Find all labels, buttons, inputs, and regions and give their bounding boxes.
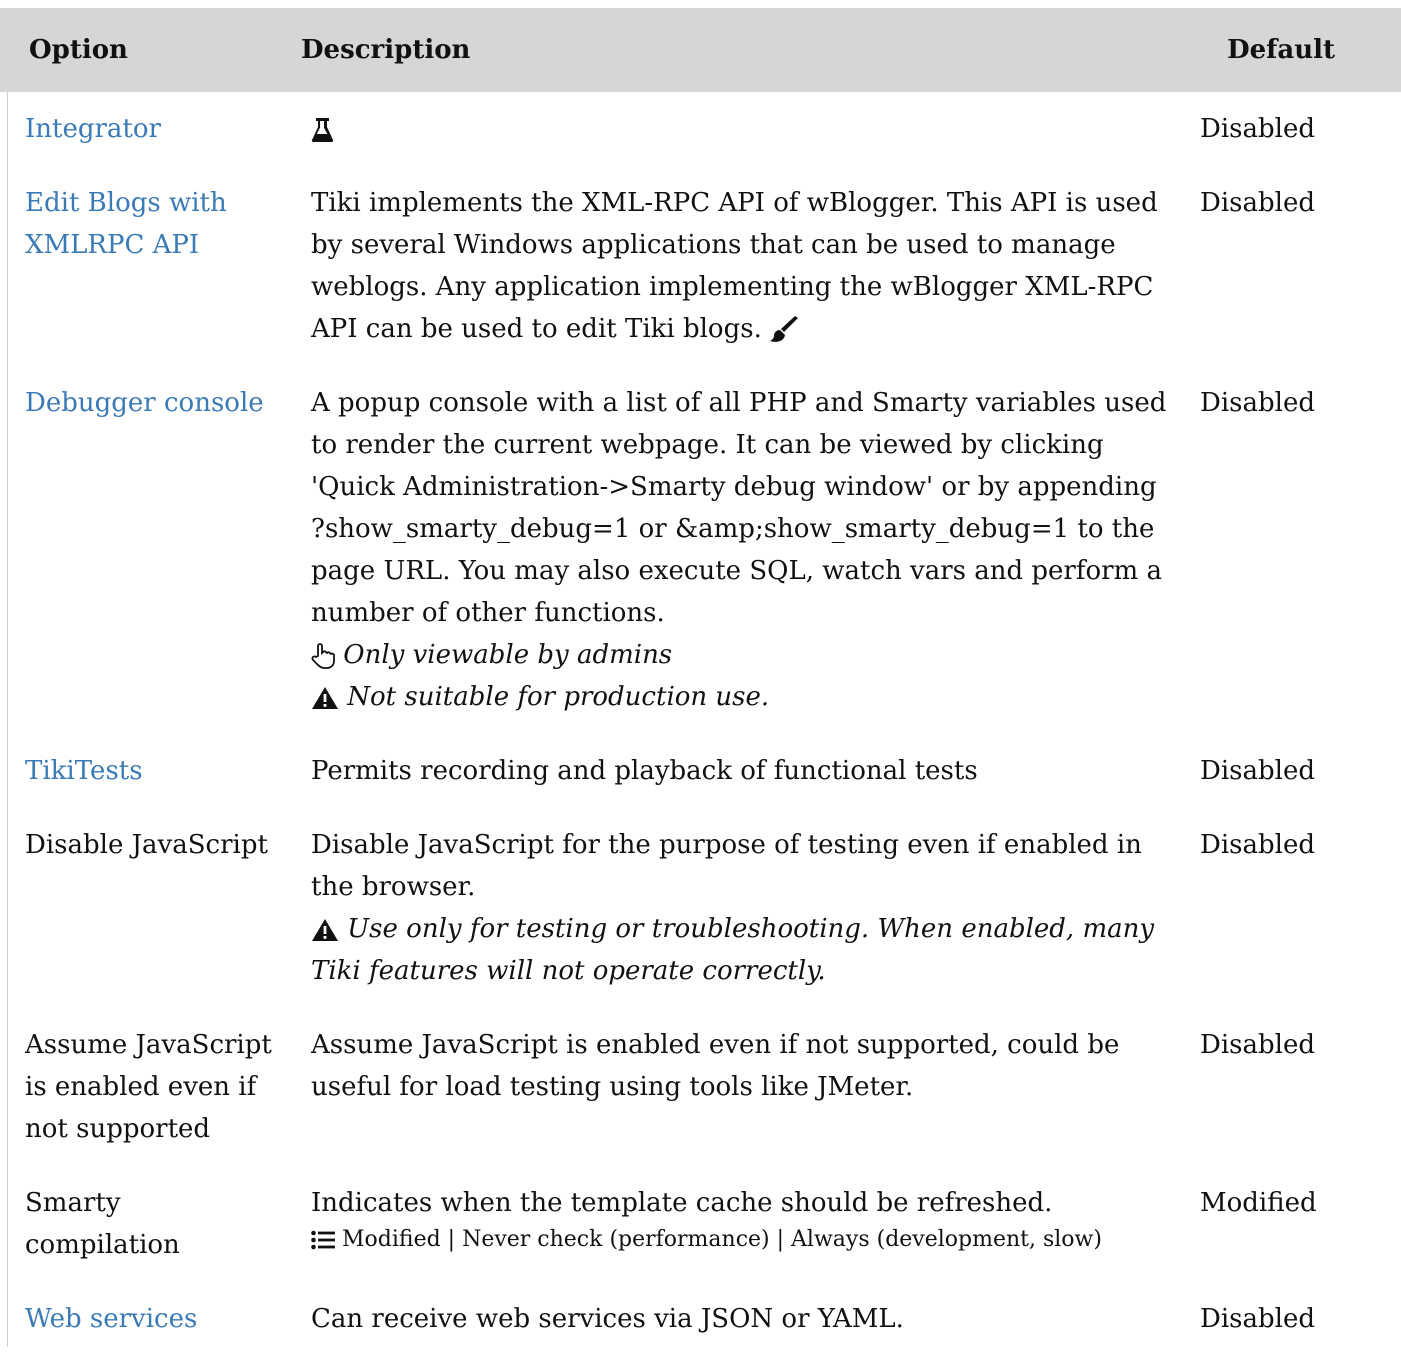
option-cell: Edit Blogs with XMLRPC API xyxy=(0,166,289,366)
description-text: Indicates when the template cache should… xyxy=(311,1188,1053,1218)
description-cell xyxy=(289,92,1190,166)
description-cell: Assume JavaScript is enabled even if not… xyxy=(311,1030,1120,1102)
default-cell: Disabled xyxy=(1200,1304,1315,1334)
description-text: Tiki implements the XML-RPC API of wBlog… xyxy=(311,188,1158,344)
description-cell: Permits recording and playback of functi… xyxy=(311,756,978,786)
pointer-hand-icon xyxy=(311,643,335,669)
flask-icon xyxy=(311,117,333,143)
table-header-row: Option Description Default xyxy=(0,8,1401,92)
description-cell: A popup console with a list of all PHP a… xyxy=(289,366,1190,734)
integrator-link[interactable]: Integrator xyxy=(25,114,161,144)
edit-blogs-xmlrpc-link[interactable]: Edit Blogs with XMLRPC API xyxy=(25,188,227,260)
preferences-page: Option Description Default Integrator Di… xyxy=(0,0,1401,1347)
table-row: Smarty compilation Indicates when the te… xyxy=(0,1166,1401,1282)
options-list: Modified | Never check (performance) | A… xyxy=(311,1224,1170,1256)
note-text: Only viewable by admins xyxy=(343,640,673,670)
default-cell: Disabled xyxy=(1200,114,1315,144)
description-cell: Tiki implements the XML-RPC API of wBlog… xyxy=(289,166,1190,366)
warning-icon xyxy=(311,918,339,942)
default-cell: Modified xyxy=(1200,1188,1317,1218)
note-testing-only: Use only for testing or troubleshooting.… xyxy=(311,908,1170,992)
option-cell: Assume JavaScript is enabled even if not… xyxy=(25,1030,272,1144)
description-text: Disable JavaScript for the purpose of te… xyxy=(311,830,1142,902)
table-row: Web services Can receive web services vi… xyxy=(0,1282,1401,1356)
note-not-production: Not suitable for production use. xyxy=(311,676,1170,718)
table-row: TikiTests Permits recording and playback… xyxy=(0,734,1401,808)
web-services-link[interactable]: Web services xyxy=(25,1304,197,1334)
description-cell: Indicates when the template cache should… xyxy=(289,1166,1190,1282)
default-cell: Disabled xyxy=(1200,756,1315,786)
left-rule xyxy=(7,92,8,1347)
default-cell: Disabled xyxy=(1200,1030,1315,1060)
option-cell: Integrator xyxy=(0,92,289,166)
header-description: Description xyxy=(289,8,1190,92)
debugger-console-link[interactable]: Debugger console xyxy=(25,388,264,418)
option-cell: Disable JavaScript xyxy=(25,830,268,860)
table-row: Debugger console A popup console with a … xyxy=(0,366,1401,734)
tikitests-link[interactable]: TikiTests xyxy=(25,756,143,786)
paint-brush-icon xyxy=(770,316,800,344)
default-cell: Disabled xyxy=(1200,388,1315,418)
options-text: Modified | Never check (performance) | A… xyxy=(342,1227,1102,1252)
table-row: Edit Blogs with XMLRPC API Tiki implemen… xyxy=(0,166,1401,366)
table-row: Assume JavaScript is enabled even if not… xyxy=(0,1008,1401,1166)
table-row: Integrator Disabled xyxy=(0,92,1401,166)
table-row: Disable JavaScript Disable JavaScript fo… xyxy=(0,808,1401,1008)
description-text: A popup console with a list of all PHP a… xyxy=(311,388,1167,628)
note-text: Not suitable for production use. xyxy=(347,682,770,712)
header-default: Default xyxy=(1190,8,1401,92)
option-cell: Web services xyxy=(0,1282,289,1356)
warning-icon xyxy=(311,686,339,710)
description-cell: Can receive web services via JSON or YAM… xyxy=(311,1304,904,1334)
options-table: Option Description Default Integrator Di… xyxy=(0,8,1401,1356)
list-icon xyxy=(311,1230,335,1250)
note-admin-only: Only viewable by admins xyxy=(311,634,1170,676)
description-cell: Disable JavaScript for the purpose of te… xyxy=(289,808,1190,1008)
option-cell: Smarty compilation xyxy=(25,1188,180,1260)
option-cell: Debugger console xyxy=(0,366,289,734)
header-option: Option xyxy=(0,8,289,92)
default-cell: Disabled xyxy=(1200,830,1315,860)
default-cell: Disabled xyxy=(1200,188,1315,218)
top-spacer xyxy=(0,0,1401,8)
note-text: Use only for testing or troubleshooting.… xyxy=(311,914,1155,986)
option-cell: TikiTests xyxy=(0,734,289,808)
